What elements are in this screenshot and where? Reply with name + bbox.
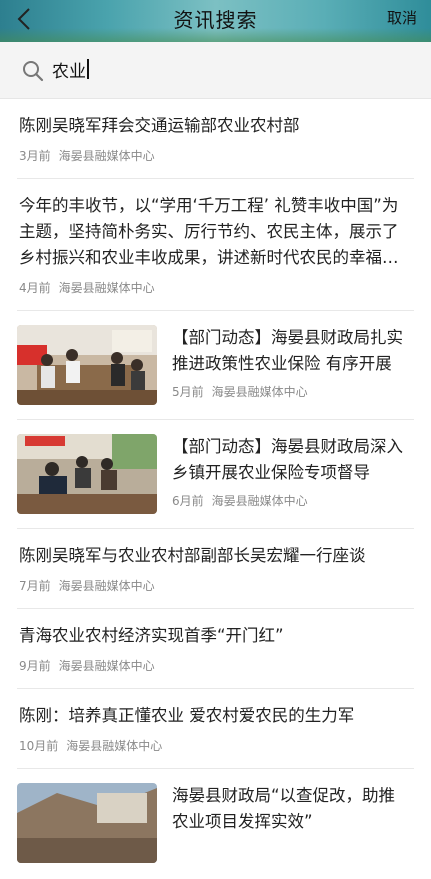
news-title: 海晏县财政局“以查促改，助推农业项目发挥实效” xyxy=(172,786,396,831)
news-item[interactable]: 陈刚吴晓军与农业农村部副部长吴宏耀一行座谈 7月前 海晏县融媒体中心 xyxy=(17,529,414,609)
news-meta: 10月前 海晏县融媒体中心 xyxy=(19,737,414,754)
news-item[interactable]: 【部门动态】海晏县财政局扎实推进政策性农业保险 有序开展 5月前 海晏县融媒体中心 xyxy=(17,311,414,420)
news-list: 陈刚吴晓军拜会交通运输部农业农村部 3月前 海晏县融媒体中心 今年的丰收节，以“学… xyxy=(0,99,431,877)
news-title: 【部门动态】海晏县财政局扎实推进政策性农业保险 有序开展 xyxy=(172,328,403,373)
search-icon xyxy=(23,61,44,82)
cancel-button[interactable]: 取消 xyxy=(387,7,417,28)
news-item[interactable]: 海晏县财政局“以查促改，助推农业项目发挥实效” xyxy=(17,769,414,877)
news-title: 青海农业农村经济实现首季“开门红” xyxy=(19,626,284,645)
news-source: 海晏县融媒体中心 xyxy=(66,739,163,753)
news-source: 海晏县融媒体中心 xyxy=(58,579,155,593)
news-time: 9月前 xyxy=(19,659,51,673)
news-title: 【部门动态】海晏县财政局深入乡镇开展农业保险专项督导 xyxy=(172,437,403,482)
news-source: 海晏县融媒体中心 xyxy=(58,659,155,673)
news-time: 3月前 xyxy=(19,149,51,163)
text-cursor xyxy=(87,59,89,79)
search-input[interactable]: 农业 xyxy=(52,54,89,84)
search-input-value: 农业 xyxy=(52,61,86,82)
news-source: 海晏县融媒体中心 xyxy=(58,149,155,163)
news-item[interactable]: 青海农业农村经济实现首季“开门红” 9月前 海晏县融媒体中心 xyxy=(17,609,414,689)
news-time: 7月前 xyxy=(19,579,51,593)
news-meta: 9月前 海晏县融媒体中心 xyxy=(19,657,414,674)
news-item[interactable]: 陈刚吴晓军拜会交通运输部农业农村部 3月前 海晏县融媒体中心 xyxy=(17,99,414,179)
news-title: 今年的丰收节，以“学用‘千万工程’ 礼赞丰收中国”为主题，坚持简朴务实、厉行节约… xyxy=(19,196,399,267)
news-title: 陈刚吴晓军拜会交通运输部农业农村部 xyxy=(19,116,300,135)
news-meta: 5月前 海晏县融媒体中心 xyxy=(172,383,414,400)
news-time: 10月前 xyxy=(19,739,59,753)
news-thumbnail xyxy=(17,434,157,514)
news-time: 4月前 xyxy=(19,281,51,295)
news-meta: 3月前 海晏县融媒体中心 xyxy=(19,147,414,164)
news-meta: 6月前 海晏县融媒体中心 xyxy=(172,492,414,509)
news-meta: 7月前 海晏县融媒体中心 xyxy=(19,577,414,594)
news-time: 5月前 xyxy=(172,385,204,399)
news-thumbnail xyxy=(17,783,157,863)
news-source: 海晏县融媒体中心 xyxy=(211,494,308,508)
header-bar: 资讯搜索 取消 xyxy=(0,0,431,42)
news-time: 6月前 xyxy=(172,494,204,508)
news-item[interactable]: 【部门动态】海晏县财政局深入乡镇开展农业保险专项督导 6月前 海晏县融媒体中心 xyxy=(17,420,414,529)
news-meta: 4月前 海晏县融媒体中心 xyxy=(19,279,414,296)
news-title: 陈刚：培养真正懂农业 爱农村爱农民的生力军 xyxy=(19,706,355,725)
news-source: 海晏县融媒体中心 xyxy=(58,281,155,295)
page-title: 资讯搜索 xyxy=(173,8,258,32)
news-title: 陈刚吴晓军与农业农村部副部长吴宏耀一行座谈 xyxy=(19,546,366,565)
news-thumbnail xyxy=(17,325,157,405)
news-item[interactable]: 陈刚：培养真正懂农业 爱农村爱农民的生力军 10月前 海晏县融媒体中心 xyxy=(17,689,414,769)
news-source: 海晏县融媒体中心 xyxy=(211,385,308,399)
news-item[interactable]: 今年的丰收节，以“学用‘千万工程’ 礼赞丰收中国”为主题，坚持简朴务实、厉行节约… xyxy=(17,179,414,311)
search-bar: 农业 xyxy=(0,42,431,99)
